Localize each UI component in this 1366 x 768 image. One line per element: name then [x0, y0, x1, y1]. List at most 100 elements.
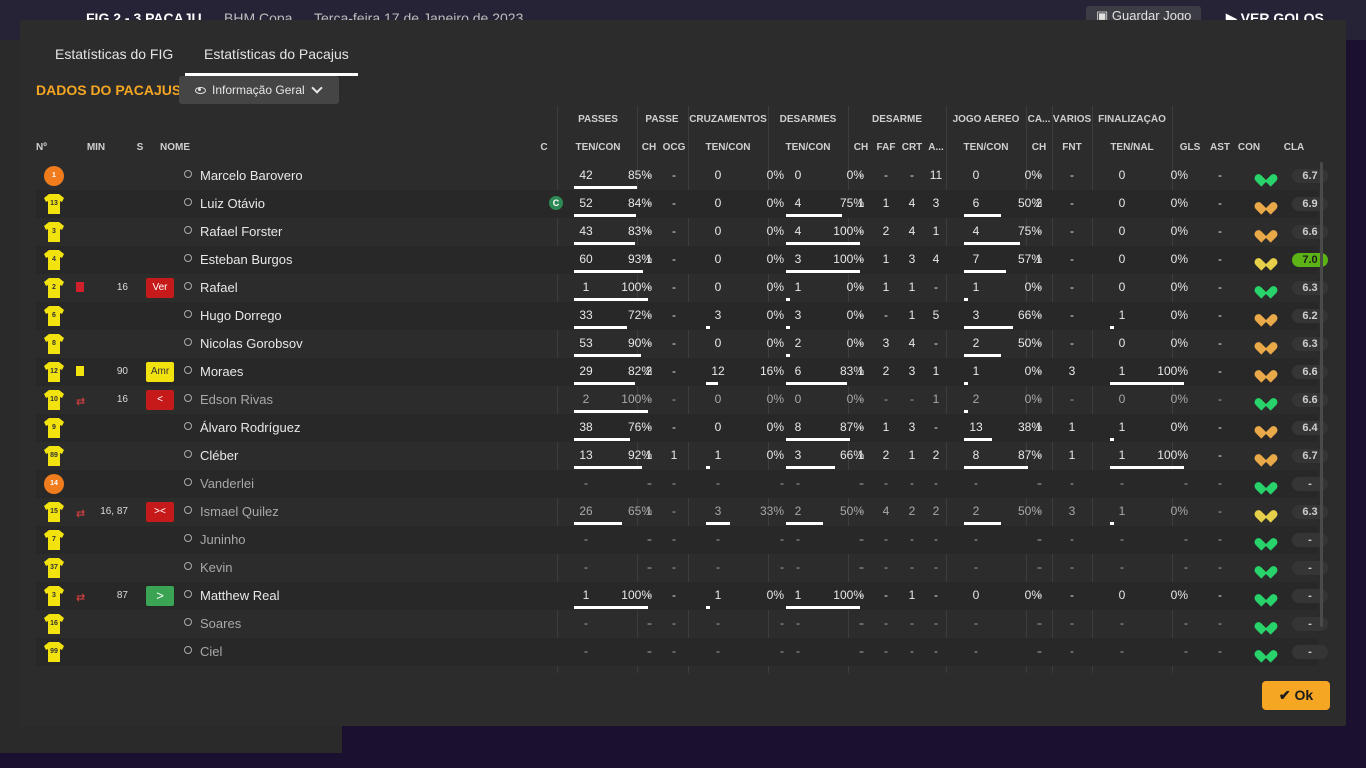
column-header[interactable]: TEN/CON	[688, 142, 768, 153]
shots-pct: 100%	[1157, 448, 1188, 462]
view-select[interactable]: Informação Geral	[179, 76, 339, 104]
check-icon: ✔	[1278, 687, 1295, 703]
interceptions: 4	[908, 196, 916, 210]
column-header[interactable]: GLS	[1176, 142, 1204, 153]
column-header[interactable]: CH	[850, 142, 872, 153]
player-name[interactable]: Rafael	[200, 280, 238, 295]
table-row[interactable]: 15 ⇄ 16, 87 >< Ismael Quilez 26 65% 1-3 33% 2 50% -…	[36, 498, 1328, 526]
tab-fig-stats[interactable]: Estatísticas do FIG	[55, 46, 173, 62]
table-row[interactable]: 3 ⇄ 87 > Matthew Real 1 100% - -1 0% 1 100% - -1-0 0% -…	[36, 582, 1328, 610]
crosses-pct: 0%	[766, 168, 784, 182]
player-name[interactable]: Esteban Burgos	[200, 252, 293, 267]
column-header[interactable]: AST	[1206, 142, 1234, 153]
condition-heart-icon	[1259, 281, 1273, 295]
table-row[interactable]: 1 Marcelo Barovero 42 85% - -0 0% 0 0% - - -11 0 0% - -…	[36, 162, 1328, 190]
assists: -	[1218, 224, 1222, 238]
table-row[interactable]: 6 Hugo Dorrego 33 72% - -3 0% 3 0% - -1 5 3 66% - -1 0% -…	[36, 302, 1328, 330]
column-header[interactable]: Nº	[36, 142, 56, 153]
event-badge: >	[146, 586, 174, 606]
clearances: 5	[932, 308, 940, 322]
player-name[interactable]: Soares	[200, 616, 241, 631]
player-name[interactable]: Kevin	[200, 560, 233, 575]
column-header[interactable]: FNT	[1052, 142, 1092, 153]
column-header[interactable]: TEN/CON	[768, 142, 848, 153]
group-header: CA...	[1027, 114, 1051, 125]
player-name[interactable]: Moraes	[200, 364, 243, 379]
tackle-key: -	[859, 252, 863, 266]
condition-heart-icon	[1259, 393, 1273, 407]
passes-key: -	[647, 644, 651, 658]
shots-pct: 0%	[1170, 504, 1188, 518]
player-name[interactable]: Juninho	[200, 532, 246, 547]
table-row[interactable]: 89 Cléber 13 92% 1 1 1 0% 3 66% 1 2 1 2 8 87% -1 1 100% -6.…	[36, 442, 1328, 470]
headers-key: -	[1037, 476, 1041, 490]
column-header[interactable]: FAF	[874, 142, 898, 153]
column-header[interactable]: TEN/CON	[558, 142, 638, 153]
player-name[interactable]: Álvaro Rodríguez	[200, 420, 300, 435]
table-row[interactable]: 37 Kevin - - - - - - - - - - - - - - - - - - - -	[36, 554, 1328, 582]
player-name[interactable]: Ismael Quilez	[200, 504, 279, 519]
player-name[interactable]: Marcelo Barovero	[200, 168, 303, 183]
headers-key: -	[1037, 644, 1041, 658]
headers-key: -	[1037, 392, 1041, 406]
event-badge: Ver	[146, 278, 174, 298]
table-row[interactable]: 16 Soares - - - - - - - - - - - - - - - - - - - -	[36, 610, 1328, 638]
player-name[interactable]: Nicolas Gorobsov	[200, 336, 303, 351]
table-row[interactable]: 13 Luiz Otávio C 52 84% - -0 0% 4 75% 1 1 4 3 6 50% 2-0 0…	[36, 190, 1328, 218]
player-name[interactable]: Hugo Dorrego	[200, 308, 282, 323]
table-row[interactable]: 7 Juninho - - - - - - - - - - - - - - - - - - - -	[36, 526, 1328, 554]
player-profile-icon	[183, 254, 193, 264]
column-header[interactable]: NOME	[160, 142, 220, 153]
misc: 3	[1068, 504, 1076, 518]
table-row[interactable]: 12 90 Amr Moraes 29 82% 2-12 16% 6 83% 1 2 3 1 1 0% -3 1 1…	[36, 358, 1328, 386]
player-name[interactable]: Luiz Otávio	[200, 196, 265, 211]
table-row[interactable]: 4 Esteban Burgos 60 93% 1-0 0% 3 100% -1 3 4 7 57% 1-…	[36, 246, 1328, 274]
column-header[interactable]: MIN	[86, 142, 106, 153]
scrollbar[interactable]	[1320, 162, 1323, 627]
passes-key: 2	[645, 364, 653, 378]
player-name[interactable]: Matthew Real	[200, 588, 279, 603]
chances-created: -	[672, 532, 676, 546]
table-row[interactable]: 14 Vanderlei - - - - - - - - - - - - - - - - - - - -	[36, 470, 1328, 498]
interceptions: 4	[908, 336, 916, 350]
tackle-key: -	[859, 420, 863, 434]
group-header: JOGO AÉREO	[952, 114, 1020, 125]
chances-created: -	[672, 392, 676, 406]
table-row[interactable]: 9 Álvaro Rodríguez 38 76% - -0 0% 8 87% -1 3-13 38%…	[36, 414, 1328, 442]
tackle-key: -	[859, 280, 863, 294]
column-header[interactable]: S	[134, 142, 146, 153]
table-row[interactable]: 8 Nicolas Gorobsov 53 90% - -0 0% 2 0% -3 4-2 50% - -…	[36, 330, 1328, 358]
player-name[interactable]: Cléber	[200, 448, 238, 463]
passes-key: -	[647, 560, 651, 574]
player-name[interactable]: Ciel	[200, 644, 222, 659]
player-profile-icon	[183, 394, 193, 404]
column-header[interactable]: CH	[638, 142, 660, 153]
group-header: VÁRIOS	[1052, 114, 1092, 125]
column-header[interactable]: OCG	[662, 142, 686, 153]
column-header[interactable]: A...	[926, 142, 946, 153]
tab-pacajus-stats[interactable]: Estatísticas do Pacajus	[204, 46, 349, 62]
player-name[interactable]: Edson Rivas	[200, 392, 273, 407]
table-row[interactable]: 2 16 Ver Rafael 1 100% - -0 0% 1 0% -1 1-1 0% - -0 0% -6.…	[36, 274, 1328, 302]
substitution-icon: ⇄	[76, 396, 86, 408]
column-header[interactable]: CLA	[1276, 142, 1312, 153]
tab-bar: Estatísticas do FIG Estatísticas do Paca…	[20, 20, 1346, 76]
column-header[interactable]: CRT	[900, 142, 924, 153]
table-row[interactable]: 3 Rafael Forster 43 83% - -0 0% 4 100% -2 4 1 4 75% - -…	[36, 218, 1328, 246]
player-name[interactable]: Rafael Forster	[200, 224, 282, 239]
table-row[interactable]: 99 Ciel - - - - - - - - - - - - - - - - - - - -	[36, 638, 1328, 666]
chances-created: -	[672, 336, 676, 350]
column-header[interactable]: CON	[1234, 142, 1264, 153]
crosses-bar	[706, 522, 731, 525]
clearances: -	[934, 532, 938, 546]
ok-button[interactable]: ✔ Ok	[1262, 681, 1330, 710]
column-header[interactable]: TEN/NAL	[1092, 142, 1172, 153]
column-header[interactable]: CH	[1026, 142, 1052, 153]
assists: -	[1218, 476, 1222, 490]
player-rating: -	[1292, 645, 1328, 659]
column-header[interactable]: TEN/CON	[946, 142, 1026, 153]
stats-modal: Estatísticas do FIG Estatísticas do Paca…	[20, 20, 1346, 726]
column-header[interactable]: C	[536, 142, 552, 153]
player-name[interactable]: Vanderlei	[200, 476, 254, 491]
table-row[interactable]: 10 ⇄ 16 < Edson Rivas 2 100% - -0 0% 0 0% - - -1 2 0% - -0…	[36, 386, 1328, 414]
